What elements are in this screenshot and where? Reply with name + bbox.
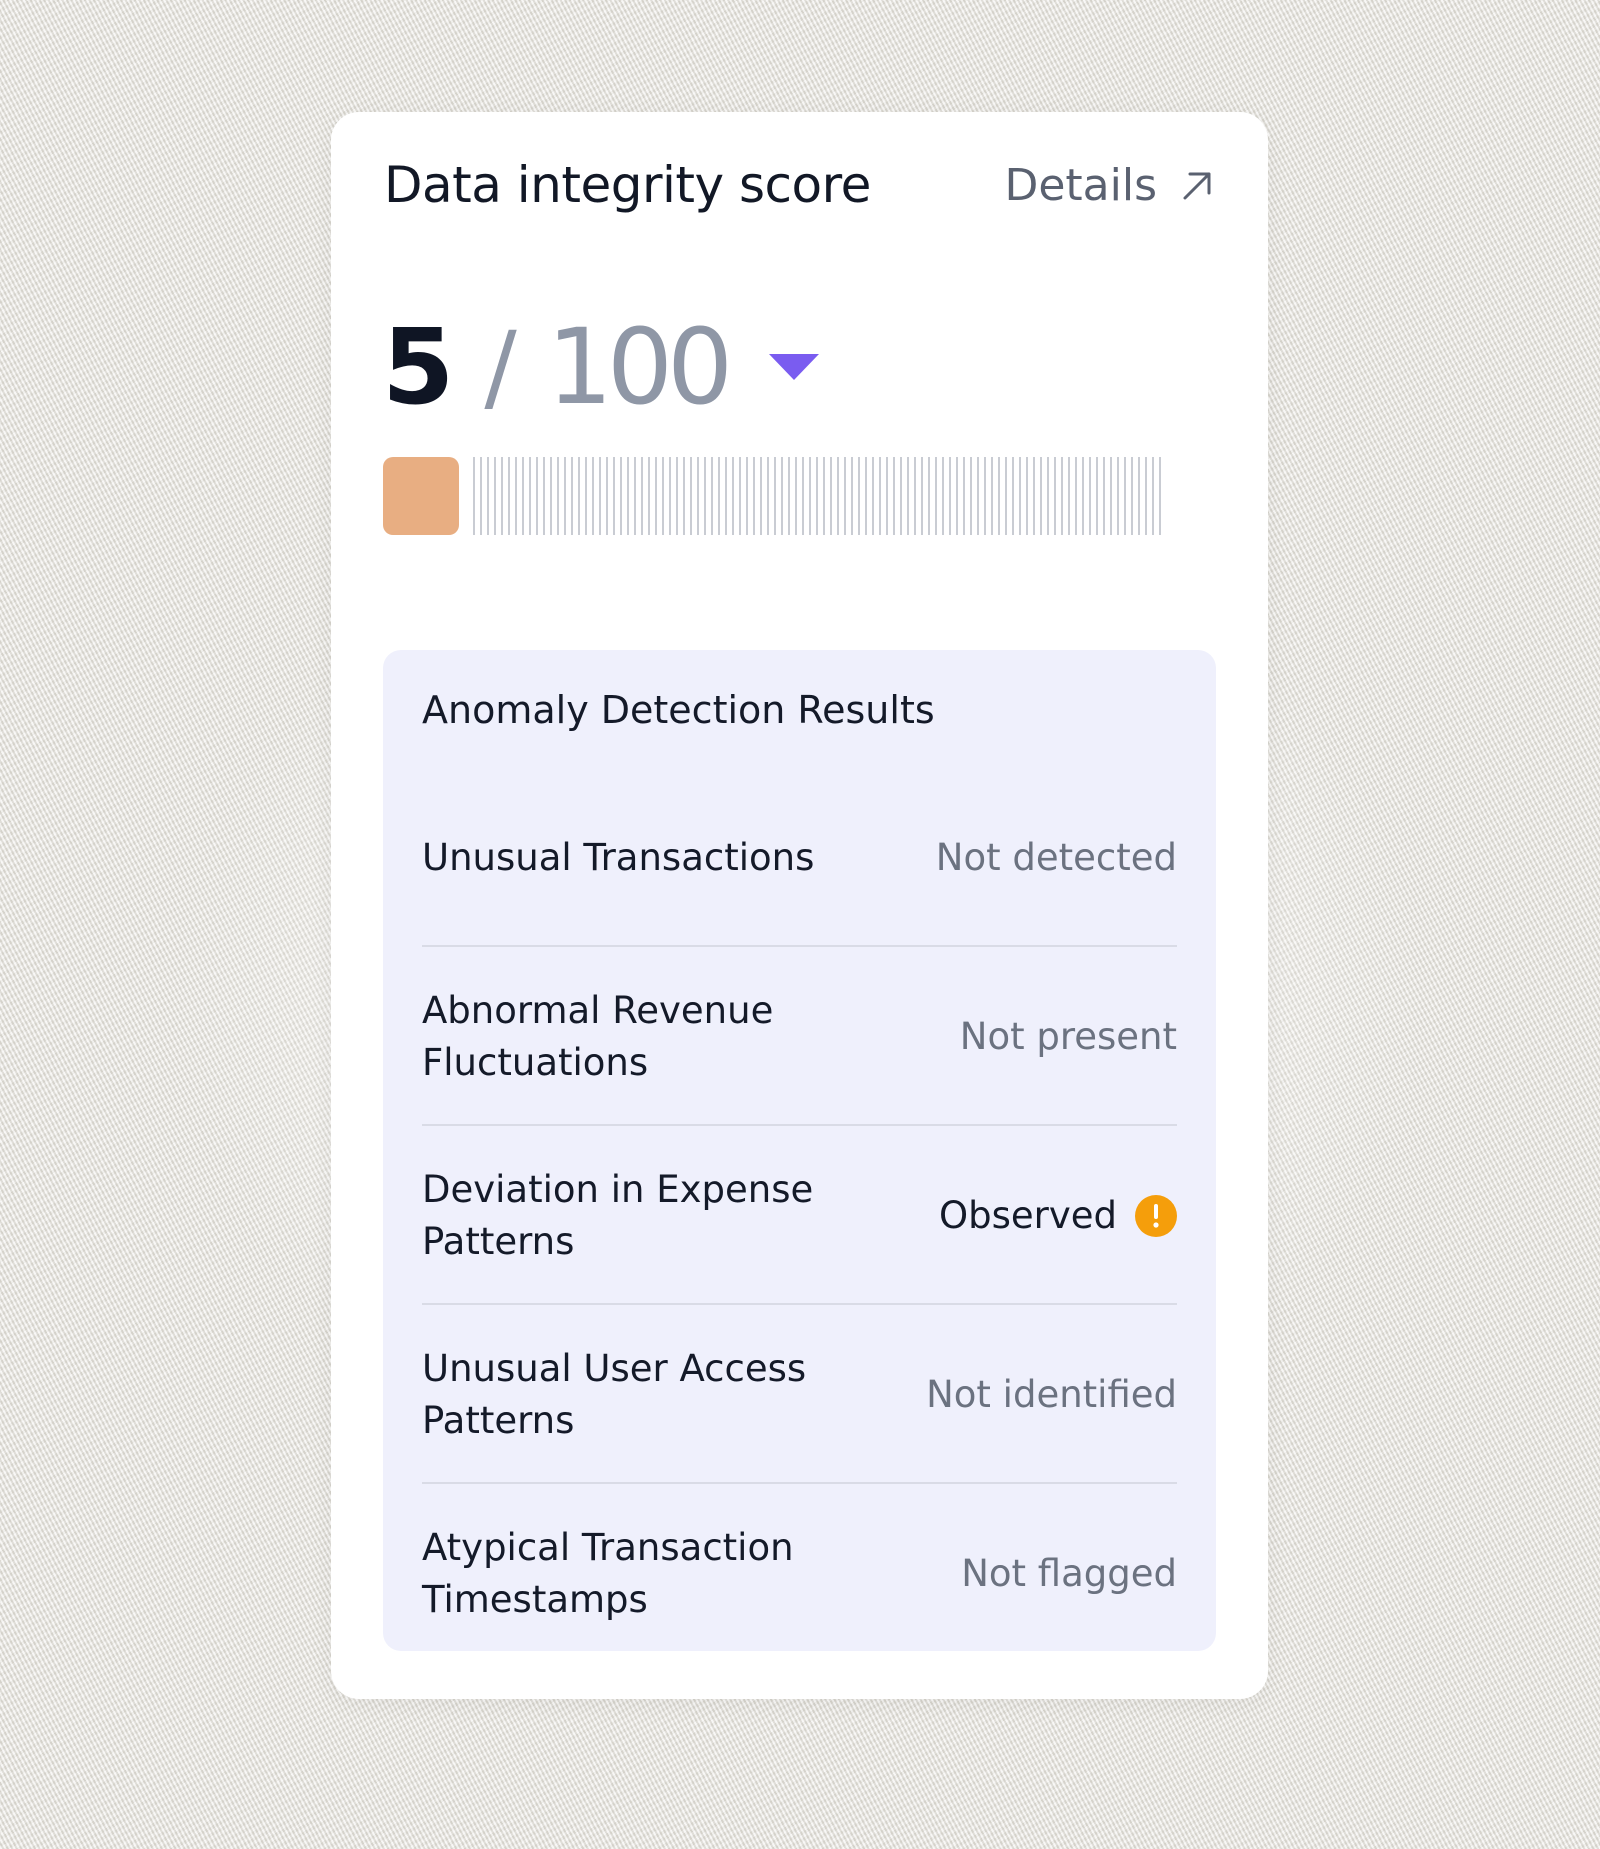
status-text: Not flagged xyxy=(961,1552,1177,1595)
anomaly-row-transaction-timestamps: Atypical Transaction Timestamps Not flag… xyxy=(422,1484,1177,1663)
anomaly-status: Observed xyxy=(939,1194,1177,1237)
progress-track xyxy=(473,457,1163,535)
status-text: Observed xyxy=(938,1194,1117,1237)
anomaly-row-unusual-transactions: Unusual Transactions Not detected xyxy=(422,768,1177,947)
anomaly-status: Not flagged xyxy=(961,1552,1177,1595)
anomaly-status: Not detected xyxy=(936,836,1177,879)
score-max: 100 xyxy=(546,306,733,428)
anomaly-detection-panel: Anomaly Detection Results Unusual Transa… xyxy=(383,650,1216,1651)
anomaly-row-user-access: Unusual User Access Patterns Not identif… xyxy=(422,1305,1177,1484)
progress-fill xyxy=(383,457,459,535)
card-title: Data integrity score xyxy=(384,156,871,214)
anomaly-row-expense-patterns: Deviation in Expense Patterns Observed xyxy=(422,1126,1177,1305)
panel-title: Anomaly Detection Results xyxy=(422,688,935,732)
status-text: Not identified xyxy=(926,1373,1177,1416)
anomaly-label: Abnormal Revenue Fluctuations xyxy=(422,988,774,1084)
anomaly-label: Deviation in Expense Patterns xyxy=(422,1167,814,1263)
data-integrity-card: Data integrity score Details 5 / 100 Ano… xyxy=(331,112,1268,1699)
status-text: Not present xyxy=(959,1015,1177,1058)
status-text: Not detected xyxy=(935,836,1177,879)
anomaly-row-revenue-fluctuations: Abnormal Revenue Fluctuations Not presen… xyxy=(422,947,1177,1126)
score-separator: / xyxy=(484,311,517,423)
caret-down-icon xyxy=(769,354,820,380)
score-progress-bar xyxy=(383,457,1163,535)
anomaly-label: Unusual Transactions xyxy=(422,835,815,879)
score-value: 5 xyxy=(382,306,454,428)
anomaly-label: Atypical Transaction Timestamps xyxy=(422,1525,794,1621)
arrow-up-right-icon xyxy=(1179,168,1215,204)
details-link[interactable]: Details xyxy=(1004,160,1215,211)
anomaly-label: Unusual User Access Patterns xyxy=(422,1346,807,1442)
anomaly-status: Not identified xyxy=(926,1373,1177,1416)
anomaly-status: Not present xyxy=(960,1015,1177,1058)
score-display: 5 / 100 xyxy=(382,302,821,432)
details-label: Details xyxy=(1004,160,1157,211)
warning-icon xyxy=(1135,1194,1177,1237)
